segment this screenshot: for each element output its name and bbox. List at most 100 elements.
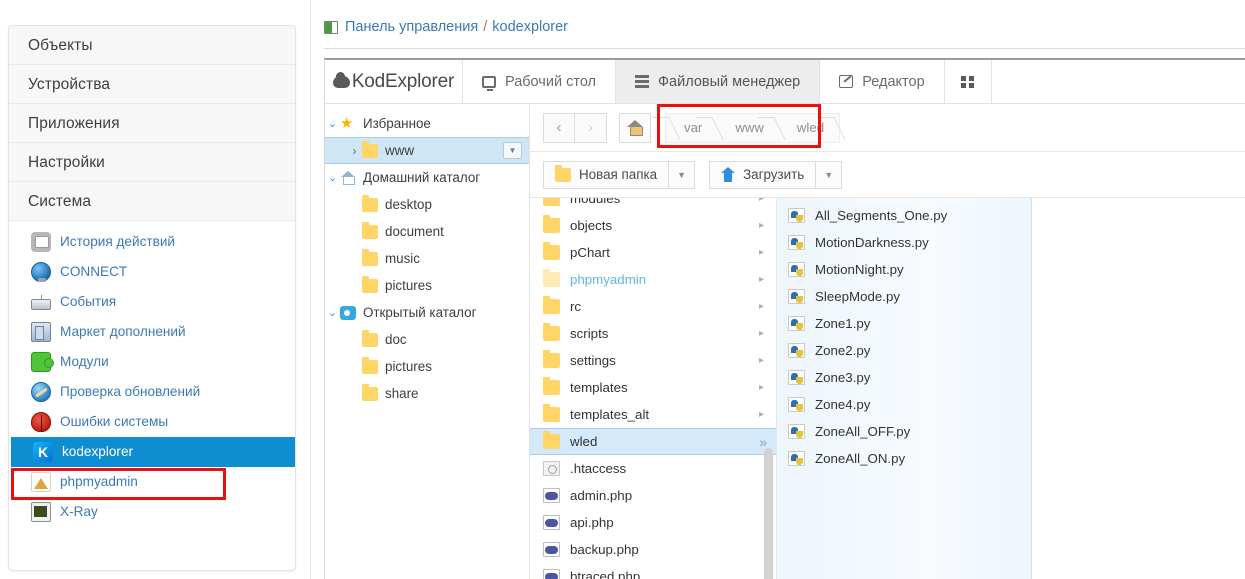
back-button[interactable]: ‹ <box>543 112 575 143</box>
xray-icon <box>31 502 51 522</box>
path-segment-www[interactable]: www <box>717 114 779 142</box>
list-item[interactable]: backup.php <box>530 536 776 563</box>
sidebar-item-connect[interactable]: CONNECT <box>9 257 295 287</box>
list-item[interactable]: SleepMode.py <box>777 283 1031 310</box>
scrollbar-thumb[interactable] <box>764 448 773 579</box>
chevron-down-icon[interactable]: ⌄ <box>325 117 340 130</box>
cloud-icon <box>332 71 350 88</box>
tab-label: Файловый менеджер <box>658 73 801 90</box>
folder-icon <box>362 383 378 401</box>
tree-node-favorites[interactable]: ⌄ ★ Избранное <box>325 110 529 137</box>
sidebar-system-items: История действий CONNECT События Маркет … <box>9 221 295 527</box>
file-name: ZoneAll_ON.py <box>815 451 906 466</box>
tree-node-desktop[interactable]: desktop <box>325 191 529 218</box>
list-item[interactable]: All_Segments_One.py <box>777 202 1031 229</box>
list-item[interactable]: ZoneAll_OFF.py <box>777 418 1031 445</box>
file-toolbar: Новая папка ▼ Загрузить ▼ <box>530 152 1245 198</box>
python-file-icon <box>788 289 805 304</box>
tree-node-label: document <box>385 224 444 239</box>
list-item[interactable]: .htaccess <box>530 455 776 482</box>
tree-node-pictures-shared[interactable]: pictures <box>325 353 529 380</box>
chevron-right-icon[interactable]: › <box>347 144 362 158</box>
folder-icon <box>543 377 560 395</box>
breadcrumb-separator: / <box>483 19 488 35</box>
file-manager-main: ‹ › var www wled Новая папка ▼ Загрузить… <box>530 104 1245 579</box>
chevron-down-icon[interactable]: ⌄ <box>325 306 340 319</box>
list-item[interactable]: MotionDarkness.py <box>777 229 1031 256</box>
file-pane-empty <box>1032 198 1245 579</box>
list-item[interactable]: Zone2.py <box>777 337 1031 364</box>
sidebar-item-phpmyadmin[interactable]: phpmyadmin <box>9 467 295 497</box>
folder-icon <box>543 296 560 314</box>
left-sidebar: Объекты Устройства Приложения Настройки … <box>0 0 311 579</box>
sidebar-item-history[interactable]: История действий <box>9 227 295 257</box>
tree-node-document[interactable]: document <box>325 218 529 245</box>
file-list-scrollbar[interactable] <box>764 198 773 579</box>
list-item[interactable]: Zone1.py <box>777 310 1031 337</box>
sidebar-item-xray[interactable]: X-Ray <box>9 497 295 527</box>
tab-file-manager[interactable]: Файловый менеджер <box>616 60 821 103</box>
list-item[interactable]: pChart ▸ <box>530 239 776 266</box>
sidebar-item-errors[interactable]: Ошибки системы <box>9 407 295 437</box>
home-button[interactable] <box>619 112 651 143</box>
sidebar-item-updates[interactable]: Проверка обновлений <box>9 377 295 407</box>
tree-node-doc[interactable]: doc <box>325 326 529 353</box>
tree-node-label: pictures <box>385 278 432 293</box>
sidebar-divider <box>310 0 311 579</box>
list-item[interactable]: btraced.php <box>530 563 776 579</box>
tree-node-www[interactable]: › www ▼ <box>325 137 529 164</box>
tree-node-shared[interactable]: ⌄ Открытый каталог <box>325 299 529 326</box>
tree-node-pictures-home[interactable]: pictures <box>325 272 529 299</box>
list-item[interactable]: MotionNight.py <box>777 256 1031 283</box>
chevron-down-icon[interactable]: ⌄ <box>325 171 340 184</box>
list-item[interactable]: api.php <box>530 509 776 536</box>
list-item[interactable]: Zone4.py <box>777 391 1031 418</box>
tab-editor[interactable]: Редактор <box>820 60 945 103</box>
sidebar-item-kodexplorer[interactable]: K kodexplorer <box>11 437 295 467</box>
list-item-selected[interactable]: wled » <box>530 428 776 455</box>
home-icon <box>340 170 356 185</box>
upload-button[interactable]: Загрузить <box>709 160 817 189</box>
tree-node-home[interactable]: ⌄ Домашний каталог <box>325 164 529 191</box>
list-item[interactable]: modules ▸ <box>530 198 776 212</box>
path-segment-wled[interactable]: wled <box>779 114 839 142</box>
folder-icon <box>362 356 378 374</box>
sidebar-item-market[interactable]: Маркет дополнений <box>9 317 295 347</box>
tab-desktop[interactable]: Рабочий стол <box>463 60 617 103</box>
breadcrumb-root[interactable]: Панель управления <box>345 19 478 35</box>
sidebar-item-label: События <box>60 294 117 309</box>
folder-tree: ⌄ ★ Избранное › www ▼ ⌄ Домашний каталог… <box>325 104 530 579</box>
sidebar-item-events[interactable]: События <box>9 287 295 317</box>
new-folder-button[interactable]: Новая папка <box>543 160 670 189</box>
list-item[interactable]: admin.php <box>530 482 776 509</box>
list-item[interactable]: Zone3.py <box>777 364 1031 391</box>
list-item[interactable]: phpmyadmin ▸ <box>530 266 776 293</box>
file-name: backup.php <box>570 542 639 557</box>
sidebar-group-devices[interactable]: Устройства <box>9 65 295 104</box>
tree-node-menu-button[interactable]: ▼ <box>503 142 522 159</box>
upload-dropdown[interactable]: ▼ <box>816 160 843 189</box>
list-item[interactable]: templates_alt ▸ <box>530 401 776 428</box>
apps-grid-button[interactable] <box>945 60 992 103</box>
list-item[interactable]: scripts ▸ <box>530 320 776 347</box>
sidebar-item-modules[interactable]: Модули <box>9 347 295 377</box>
tree-node-music[interactable]: music <box>325 245 529 272</box>
list-item[interactable]: objects ▸ <box>530 212 776 239</box>
tree-node-label: music <box>385 251 420 266</box>
path-segment-var[interactable]: var <box>666 114 717 142</box>
list-item[interactable]: ZoneAll_ON.py <box>777 445 1031 472</box>
forward-button[interactable]: › <box>575 112 607 143</box>
sidebar-group-objects[interactable]: Объекты <box>9 26 295 65</box>
list-item[interactable]: templates ▸ <box>530 374 776 401</box>
sidebar-group-apps[interactable]: Приложения <box>9 104 295 143</box>
tree-node-share[interactable]: share <box>325 380 529 407</box>
list-item[interactable]: rc ▸ <box>530 293 776 320</box>
new-folder-dropdown[interactable]: ▼ <box>669 160 696 189</box>
sidebar-group-label: Приложения <box>28 115 120 132</box>
list-item[interactable]: settings ▸ <box>530 347 776 374</box>
file-name: .htaccess <box>570 461 627 476</box>
sidebar-group-settings[interactable]: Настройки <box>9 143 295 182</box>
sidebar-group-system[interactable]: Система <box>9 182 295 221</box>
tree-node-label: share <box>385 386 419 401</box>
folder-icon <box>543 431 560 449</box>
